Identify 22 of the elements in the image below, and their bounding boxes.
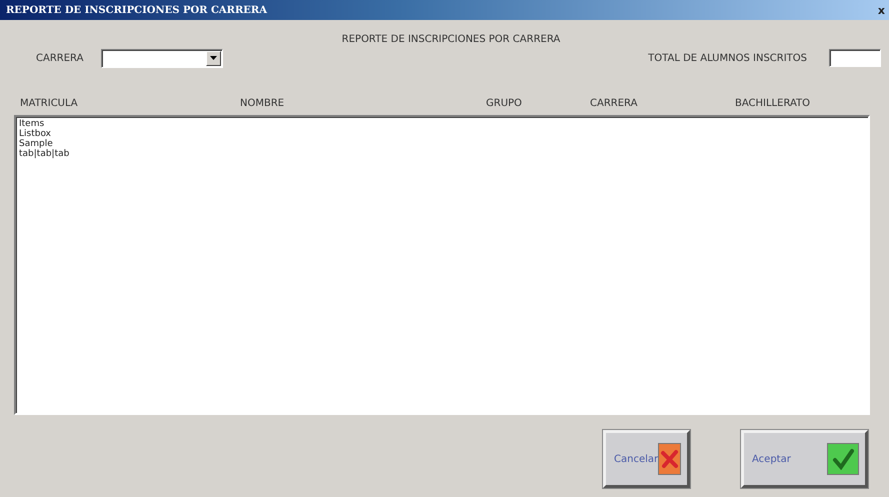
total-label: TOTAL DE ALUMNOS INSCRITOS	[648, 52, 807, 64]
window-title: REPORTE DE INSCRIPCIONES POR CARRERA	[6, 4, 267, 16]
close-button[interactable]: x	[878, 4, 885, 16]
column-header: GRUPO	[486, 98, 523, 111]
carrera-label: CARRERA	[36, 52, 84, 64]
list-item[interactable]: Items	[19, 119, 865, 129]
report-heading: REPORTE DE INSCRIPCIONES POR CARRERA	[342, 34, 560, 45]
list-box[interactable]: Items Listbox Sample tab|tab|tab	[14, 115, 870, 415]
list-item[interactable]: Sample	[19, 139, 865, 149]
list-item[interactable]: tab|tab|tab	[19, 149, 865, 159]
checkmark-icon	[832, 448, 854, 470]
carrera-dropdown[interactable]	[101, 48, 223, 68]
column-header: MATRICULA	[20, 98, 79, 111]
cancel-button[interactable]: Cancelar	[603, 430, 690, 488]
cross-icon	[660, 449, 680, 469]
dropdown-arrow-icon	[210, 56, 217, 60]
column-header: BACHILLERATO	[735, 98, 812, 111]
total-input-field[interactable]	[829, 49, 881, 67]
column-header: CARRERA	[590, 98, 638, 111]
list-item[interactable]: Listbox	[19, 129, 865, 139]
column-header: NOMBRE	[240, 98, 286, 111]
accept-button[interactable]: Aceptar	[741, 430, 868, 488]
